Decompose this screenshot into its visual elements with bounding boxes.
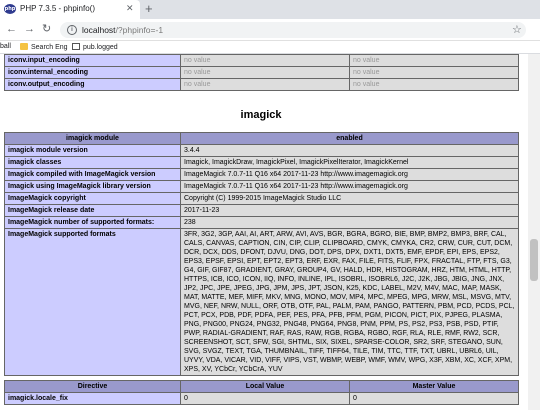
folder-icon xyxy=(20,43,28,50)
setting-value: Imagick, ImagickDraw, ImagickPixel, Imag… xyxy=(180,156,519,169)
setting-value: Copyright (C) 1999-2015 ImageMagick Stud… xyxy=(180,192,519,205)
table-row: iconv.internal_encoding no value no valu… xyxy=(4,66,519,79)
table-row: imagick module version 3.4.4 xyxy=(4,144,519,157)
setting-value: ImageMagick 7.0.7-11 Q16 x64 2017-11-23 … xyxy=(180,180,519,193)
imagick-info-table: imagick module enabled imagick module ve… xyxy=(4,132,519,376)
url-path: /?phpinfo=-1 xyxy=(115,25,164,35)
iconv-directives-table: iconv.input_encoding no value no value i… xyxy=(4,54,519,91)
setting-value: 238 xyxy=(180,216,519,229)
info-icon[interactable]: i xyxy=(67,25,77,35)
local-value: no value xyxy=(180,54,350,67)
section-heading-imagick[interactable]: imagick xyxy=(0,109,522,121)
bookmark-search-eng[interactable]: Search Eng xyxy=(20,43,68,51)
table-row: ImageMagick supported formats 3FR, 3G2, … xyxy=(4,228,519,376)
table-row: ImageMagick copyright Copyright (C) 1999… xyxy=(4,192,519,205)
setting-name: imagick module version xyxy=(4,144,181,157)
imagick-directives-table: Directive Local Value Master Value imagi… xyxy=(4,380,519,405)
browser-toolbar: ← → ↻ i localhost/?phpinfo=-1 ☆ xyxy=(0,19,540,41)
browser-tab[interactable]: php PHP 7.3.5 - phpinfo() ✕ xyxy=(0,0,140,19)
setting-name: ImageMagick release date xyxy=(4,204,181,217)
column-header: imagick module xyxy=(4,132,181,145)
new-tab-button[interactable]: + xyxy=(145,2,153,16)
column-header: enabled xyxy=(180,132,519,145)
directive-name: iconv.output_encoding xyxy=(4,78,181,91)
bookmark-star-icon[interactable]: ☆ xyxy=(512,23,522,36)
vertical-scrollbar[interactable] xyxy=(528,54,540,410)
bookmark-label: Search Eng xyxy=(31,44,68,51)
forward-button[interactable]: → xyxy=(24,22,35,36)
php-favicon-icon: php xyxy=(4,4,16,14)
bookmark-label: ball xyxy=(0,43,11,50)
setting-value: 3FR, 3G2, 3GP, AAI, AI, ART, ARW, AVI, A… xyxy=(180,228,519,376)
setting-name: Imagick compiled with ImageMagick versio… xyxy=(4,168,181,181)
scrollbar-thumb[interactable] xyxy=(530,239,538,281)
back-button[interactable]: ← xyxy=(6,22,17,36)
bookmark-ball[interactable]: ball xyxy=(0,43,11,50)
master-value: no value xyxy=(349,54,519,67)
table-row: imagick classes Imagick, ImagickDraw, Im… xyxy=(4,156,519,169)
local-value: no value xyxy=(180,66,350,79)
table-row: iconv.output_encoding no value no value xyxy=(4,78,519,91)
setting-value: 2017-11-23 xyxy=(180,204,519,217)
setting-name: imagick classes xyxy=(4,156,181,169)
tab-strip: php PHP 7.3.5 - phpinfo() ✕ + xyxy=(0,0,540,19)
url-text[interactable]: localhost/?phpinfo=-1 xyxy=(82,25,163,35)
page-content: iconv.input_encoding no value no value i… xyxy=(0,54,540,410)
table-header-row: imagick module enabled xyxy=(4,132,519,145)
setting-value: 3.4.4 xyxy=(180,144,519,157)
column-header: Directive xyxy=(4,380,181,393)
setting-name: Imagick using ImageMagick library versio… xyxy=(4,180,181,193)
local-value: 0 xyxy=(180,392,350,405)
tab-title: PHP 7.3.5 - phpinfo() xyxy=(20,4,96,13)
bookmark-label: pub.logged xyxy=(83,44,118,51)
table-row: imagick.locale_fix 0 0 xyxy=(4,392,519,405)
table-row: iconv.input_encoding no value no value xyxy=(4,54,519,67)
close-tab-icon[interactable]: ✕ xyxy=(126,3,134,14)
table-header-row: Directive Local Value Master Value xyxy=(4,380,519,393)
local-value: no value xyxy=(180,78,350,91)
master-value: no value xyxy=(349,78,519,91)
setting-value: ImageMagick 7.0.7-11 Q16 x64 2017-11-23 … xyxy=(180,168,519,181)
table-row: Imagick using ImageMagick library versio… xyxy=(4,180,519,193)
address-bar[interactable]: i localhost/?phpinfo=-1 ☆ xyxy=(60,22,526,38)
directive-name: iconv.internal_encoding xyxy=(4,66,181,79)
directive-name: iconv.input_encoding xyxy=(4,54,181,67)
table-row: ImageMagick number of supported formats:… xyxy=(4,216,519,229)
master-value: 0 xyxy=(349,392,519,405)
column-header: Master Value xyxy=(349,380,519,393)
setting-name: ImageMagick number of supported formats: xyxy=(4,216,181,229)
master-value: no value xyxy=(349,66,519,79)
reload-button[interactable]: ↻ xyxy=(42,22,51,36)
bookmark-pub-logged[interactable]: pub.logged xyxy=(72,43,118,51)
bookmarks-bar: ball Search Eng pub.logged xyxy=(0,41,540,54)
table-row: ImageMagick release date 2017-11-23 xyxy=(4,204,519,217)
directive-name: imagick.locale_fix xyxy=(4,392,181,405)
setting-name: ImageMagick supported formats xyxy=(4,228,181,376)
column-header: Local Value xyxy=(180,380,350,393)
page-icon xyxy=(72,43,80,50)
table-row: Imagick compiled with ImageMagick versio… xyxy=(4,168,519,181)
setting-name: ImageMagick copyright xyxy=(4,192,181,205)
url-host: localhost xyxy=(82,25,116,35)
